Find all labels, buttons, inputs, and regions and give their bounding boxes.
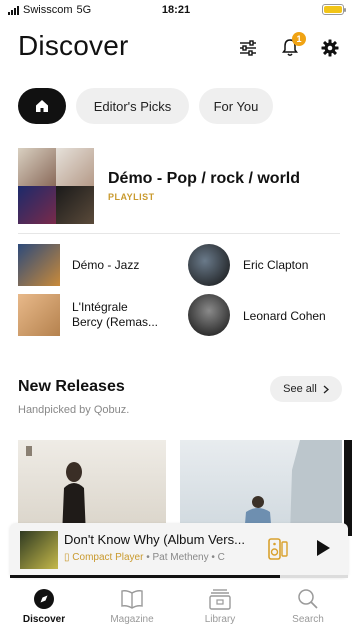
artist-line: • Pat Metheny • C: [143, 552, 225, 563]
clock: 18:21: [161, 4, 191, 16]
chevron-right-icon: [323, 385, 329, 393]
tab-label: Discover: [22, 614, 66, 625]
library-icon: [209, 586, 231, 612]
tab-discover[interactable]: Discover: [0, 580, 88, 628]
grid-item-line1: Démo - Jazz: [72, 258, 140, 272]
now-playing-subtitle: ▯ Compact Player • Pat Metheny • C: [64, 552, 264, 563]
featured-playlist-type: PLAYLIST: [108, 192, 155, 202]
release-card-edge[interactable]: [344, 440, 352, 536]
tab-search[interactable]: Search: [264, 580, 352, 628]
see-all-label: See all: [283, 383, 317, 395]
leonard-cohen-avatar[interactable]: [188, 294, 230, 336]
tab-label: Library: [204, 614, 236, 625]
divider: [18, 233, 340, 234]
filter-settings-icon[interactable]: [238, 38, 258, 58]
now-playing-artwork: [20, 531, 58, 569]
featured-playlist-title[interactable]: Démo - Pop / rock / world: [108, 170, 300, 188]
grid-item-leonard-cohen-label[interactable]: Leonard Cohen: [243, 309, 326, 324]
grid-item-line1: Leonard Cohen: [243, 309, 326, 323]
compass-icon: [33, 586, 55, 612]
gear-icon[interactable]: [320, 38, 340, 58]
mini-player[interactable]: Don't Know Why (Album Vers... ▯ Compact …: [10, 523, 348, 577]
grid-item-demo-jazz-label[interactable]: Démo - Jazz: [72, 258, 139, 273]
notification-badge: 1: [292, 32, 306, 46]
battery-icon: [322, 4, 346, 15]
grid-item-line1: L'Intégrale: [72, 300, 128, 314]
playback-progress[interactable]: [10, 575, 348, 578]
playback-progress-fill: [10, 575, 281, 578]
lintegrale-bercy-cover[interactable]: [18, 294, 60, 336]
see-all-button[interactable]: See all: [270, 376, 342, 402]
page-title: Discover: [18, 30, 129, 61]
release-artwork: [244, 440, 342, 536]
grid-item-eric-clapton-label[interactable]: Eric Clapton: [243, 258, 308, 273]
eric-clapton-avatar[interactable]: [188, 244, 230, 286]
featured-playlist-cover[interactable]: [18, 148, 94, 224]
tab-label: Search: [292, 614, 324, 625]
play-icon[interactable]: [315, 539, 331, 562]
tab-magazine[interactable]: Magazine: [88, 580, 176, 628]
device-name: Compact Player: [72, 552, 144, 563]
chip-for-you[interactable]: For You: [199, 88, 273, 124]
tab-library[interactable]: Library: [176, 580, 264, 628]
new-releases-title: New Releases: [18, 378, 125, 395]
search-icon: [297, 586, 319, 612]
tab-bar: Discover Magazine Library Search: [0, 580, 352, 628]
output-device-icon[interactable]: [268, 538, 288, 565]
book-icon: [120, 586, 144, 612]
demo-jazz-cover[interactable]: [18, 244, 60, 286]
release-card[interactable]: [18, 440, 166, 536]
release-card[interactable]: [180, 440, 342, 536]
now-playing-title: Don't Know Why (Album Vers...: [64, 532, 245, 547]
home-icon: [36, 100, 48, 112]
new-releases-subtitle: Handpicked by Qobuz.: [18, 404, 130, 416]
tab-label: Magazine: [110, 614, 154, 625]
home-chip[interactable]: [18, 88, 66, 124]
grid-item-line1: Eric Clapton: [243, 258, 309, 272]
grid-item-lintegrale-label[interactable]: L'Intégrale Bercy (Remas...: [72, 300, 158, 330]
status-bar: Swisscom 5G 18:21: [0, 0, 352, 22]
chip-editors-picks[interactable]: Editor's Picks: [76, 88, 189, 124]
grid-item-line2: Bercy (Remas...: [72, 315, 159, 329]
release-artwork: [26, 446, 86, 536]
